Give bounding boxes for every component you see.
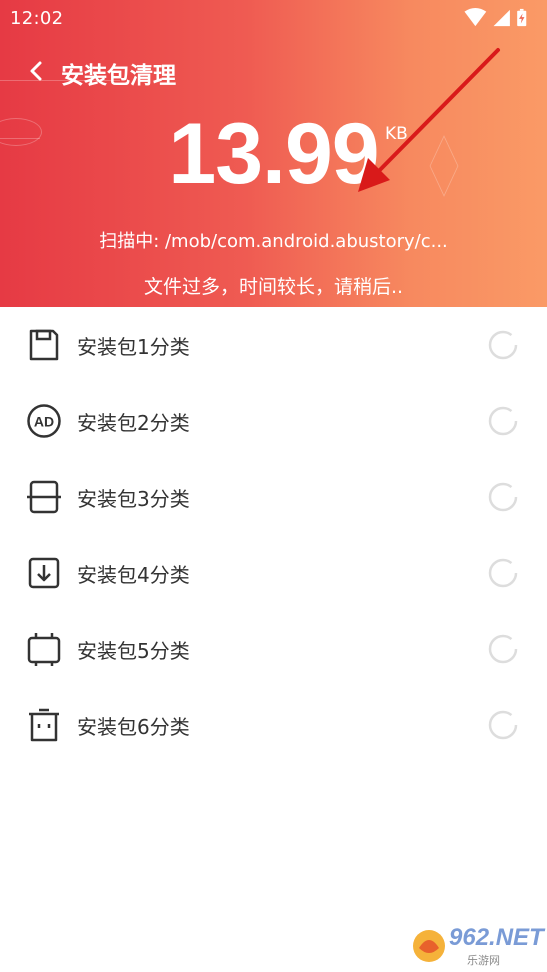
loading-spinner-icon [488, 558, 518, 588]
loading-spinner-icon [488, 710, 518, 740]
loading-spinner-icon [488, 634, 518, 664]
frame-icon [27, 480, 61, 514]
svg-text:AD: AD [34, 414, 54, 430]
page-title: 安装包清理 [61, 63, 176, 89]
chevron-left-icon[interactable] [22, 54, 52, 88]
list-item-label: 安装包6分类 [77, 715, 190, 739]
list-item[interactable]: 安装包6分类 [0, 687, 547, 763]
scan-path-text: 扫描中: /mob/com.android.abustory/c... [99, 231, 448, 252]
list-item[interactable]: 安装包3分类 [0, 459, 547, 535]
battery-charging-icon [517, 8, 527, 27]
red-arrow-annotation [358, 48, 500, 192]
trash-icon [29, 708, 59, 742]
watermark-subtext: 乐游网 [467, 954, 500, 967]
chip-icon [27, 633, 61, 666]
wifi-icon [464, 8, 487, 27]
download-icon [28, 557, 60, 589]
list-item[interactable]: 安装包4分类 [0, 535, 547, 611]
signal-icon [493, 9, 510, 27]
list-item-label: 安装包4分类 [77, 563, 190, 587]
sd-card-icon [29, 329, 59, 361]
list-item[interactable]: AD 安装包2分类 [0, 383, 547, 459]
category-list: 安装包1分类 AD 安装包2分类 安装包3分类 安装包4分类 安装包5分类 安装… [0, 307, 547, 763]
loading-spinner-icon [488, 482, 518, 512]
list-item-label: 安装包1分类 [77, 335, 190, 359]
loading-spinner-icon [488, 406, 518, 436]
status-icons [464, 8, 527, 27]
header: 12:02 安装包清理 13.99 KB 扫描中: /mob/com.andro… [0, 0, 547, 307]
status-bar: 12:02 [0, 0, 547, 38]
status-time: 12:02 [10, 8, 64, 29]
list-item[interactable]: 安装包1分类 [0, 307, 547, 383]
list-item-label: 安装包5分类 [77, 639, 190, 663]
list-item[interactable]: 安装包5分类 [0, 611, 547, 687]
ad-icon: AD [27, 404, 61, 438]
watermark: 962.NET 乐游网 [409, 924, 544, 968]
scan-hint-text: 文件过多，时间较长，请稍后.. [143, 276, 404, 298]
list-item-label: 安装包3分类 [77, 487, 190, 511]
watermark-text: 962.NET [449, 924, 544, 951]
watermark-logo-icon [413, 930, 445, 962]
loading-spinner-icon [488, 330, 518, 360]
list-item-label: 安装包2分类 [77, 411, 190, 435]
